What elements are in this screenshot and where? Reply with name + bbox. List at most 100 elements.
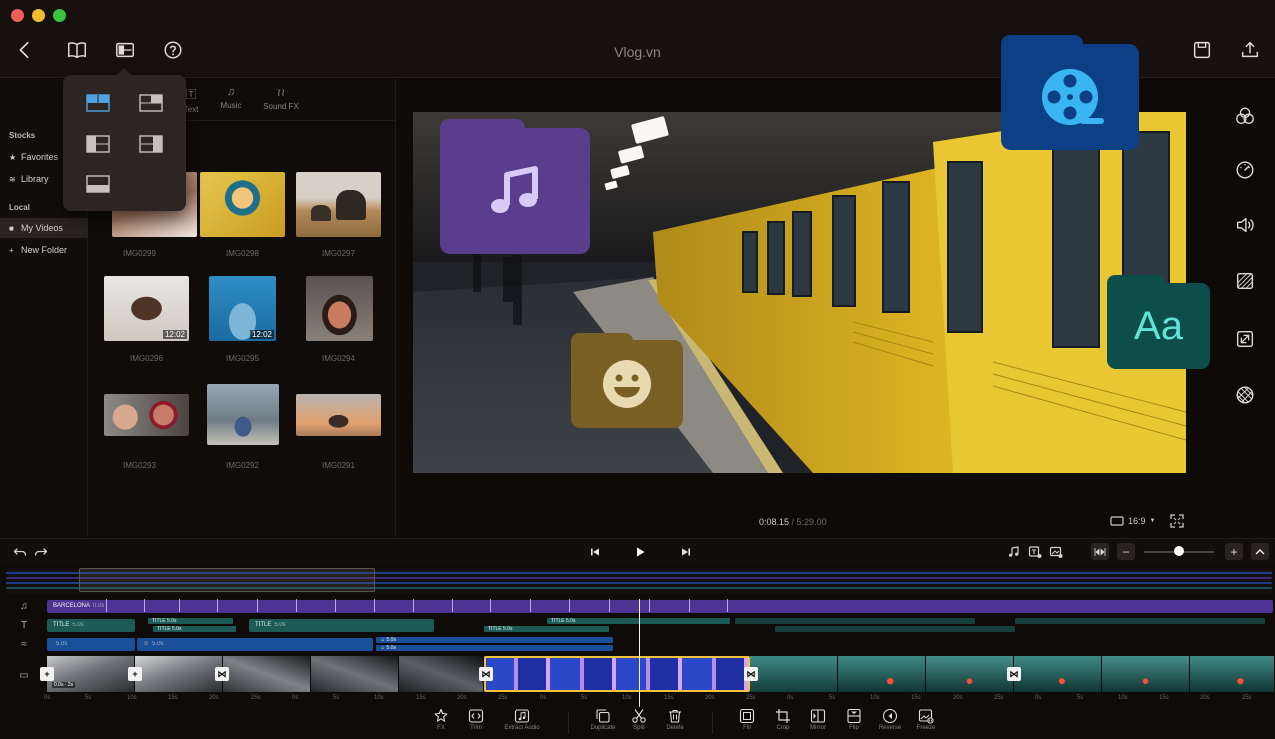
crop-icon (776, 709, 790, 723)
beat-marker (649, 599, 650, 612)
layout-bottom-option[interactable] (86, 175, 110, 193)
text-clip[interactable]: TITLE 5.0s (148, 618, 233, 624)
overview-viewport[interactable] (79, 568, 375, 592)
add-text-icon[interactable] (1027, 544, 1043, 560)
sticker-clip[interactable]: 5.0s (47, 638, 135, 651)
freeze-button[interactable]: Freeze (904, 708, 948, 731)
zoom-slider-handle[interactable] (1174, 546, 1184, 556)
play-icon[interactable] (632, 544, 648, 560)
add-media-icon[interactable] (1048, 544, 1064, 560)
delete-button[interactable]: Delete (653, 708, 697, 731)
collapse-timeline-icon[interactable] (1251, 543, 1269, 560)
mirror-icon (810, 709, 826, 723)
resize-icon[interactable] (1232, 326, 1258, 352)
media-thumbnail[interactable]: 12:02 (209, 276, 276, 341)
ruler-tick-label: 20s (209, 695, 219, 701)
text-tile[interactable]: Aa (1107, 275, 1210, 369)
text-clip[interactable]: TITLE 5.0s (47, 619, 135, 632)
sticker-clip-meta: 5.0s (386, 645, 396, 651)
sticker-clip[interactable]: ☺ 5.0s (376, 637, 613, 643)
tab-label: Sound FX (263, 102, 299, 111)
beat-marker (144, 599, 145, 612)
media-thumbnail[interactable] (207, 384, 279, 445)
music-clip[interactable]: BARCELONA 0.0s (47, 600, 1273, 613)
music-note-icon (491, 166, 538, 213)
save-icon[interactable] (1190, 38, 1214, 62)
layout-left-option[interactable] (86, 135, 110, 153)
tab-sound-fx[interactable]: ≀≀ Sound FX (258, 86, 304, 111)
layout-right-option[interactable] (139, 135, 163, 153)
media-thumbnail[interactable] (104, 394, 189, 436)
media-thumbnail[interactable] (200, 172, 285, 237)
music-folder-tile[interactable] (440, 119, 590, 254)
sidebar-item-new-folder[interactable]: + New Folder (0, 240, 88, 260)
video-frame (1102, 656, 1190, 692)
text-clip[interactable]: TITLE 5.0s (249, 619, 434, 632)
redo-icon[interactable] (33, 544, 49, 560)
tab-music[interactable]: ♫ Music (208, 86, 254, 110)
split-icon (632, 709, 646, 723)
media-caption: IMG0295 (226, 354, 259, 363)
text-clip[interactable]: TITLE 5.0s (484, 626, 609, 632)
skip-forward-icon[interactable] (678, 544, 694, 560)
playhead[interactable] (639, 599, 640, 707)
beat-marker (490, 599, 491, 612)
transition-icon[interactable]: ⋈ (1007, 667, 1021, 681)
texture-icon[interactable] (1232, 382, 1258, 408)
sidebar-item-label: Library (21, 174, 49, 184)
smile-icon: ☺ (143, 641, 150, 647)
sticker-clip[interactable]: ☺ 5.0s (376, 645, 613, 651)
text-clip-empty[interactable] (775, 626, 1015, 632)
color-filter-icon[interactable] (1232, 103, 1258, 129)
ruler-tick-label: 15s (168, 695, 178, 701)
timeline-ruler[interactable]: 0s 5s 10s 15s 20s 25s 0s 5s 10s 15s 20s 25s 0s 5s 10s 1… (0, 693, 1275, 705)
skip-back-icon[interactable] (587, 544, 603, 560)
layout-top-left-option[interactable] (86, 94, 110, 112)
text-clip-meta: 5.0s (274, 622, 286, 628)
add-transition-button[interactable]: + (128, 667, 142, 681)
media-thumbnail[interactable] (306, 276, 373, 341)
add-music-icon[interactable] (1006, 544, 1022, 560)
speed-icon[interactable] (1232, 157, 1258, 183)
sticker-folder-tile[interactable] (571, 333, 683, 428)
text-clip-label: TITLE (53, 622, 70, 628)
sticker-clip-meta: 5.0s (56, 641, 68, 647)
tool-label: Trim (470, 725, 482, 731)
adjust-icon[interactable] (1232, 268, 1258, 294)
layout-top-right-option[interactable] (139, 94, 163, 112)
add-transition-button[interactable]: + (40, 667, 54, 681)
flip-icon (847, 708, 861, 724)
media-thumbnail[interactable]: 12:02 (104, 276, 189, 341)
music-track-icon: ♫ (20, 601, 28, 612)
volume-icon[interactable] (1232, 212, 1258, 238)
transition-icon[interactable]: ⋈ (215, 667, 229, 681)
export-icon[interactable] (1238, 38, 1262, 62)
undo-icon[interactable] (12, 544, 28, 560)
zoom-in-button[interactable]: + (1225, 543, 1243, 560)
fullscreen-icon[interactable] (1170, 514, 1184, 528)
media-thumbnail[interactable] (296, 394, 381, 436)
sidebar-item-my-videos[interactable]: ■ My Videos (0, 218, 88, 238)
aspect-ratio-select[interactable]: 16:9 ▼ (1110, 516, 1155, 526)
media-folder-tile[interactable] (1001, 35, 1139, 150)
minimize-window-button[interactable] (32, 9, 45, 22)
sticker-clip[interactable]: ☺ 5.0s (137, 638, 373, 651)
transition-icon[interactable]: ⋈ (479, 667, 493, 681)
text-clip-empty[interactable] (735, 618, 975, 624)
elephant-calf-shape (311, 205, 331, 221)
text-clip[interactable]: TITLE 5.0s (153, 626, 236, 632)
media-thumbnail[interactable] (296, 172, 381, 237)
extract-audio-button[interactable]: Extract Audio (500, 708, 544, 731)
beat-marker (530, 599, 531, 612)
transition-icon[interactable]: ⋈ (744, 667, 758, 681)
media-caption: IMG0298 (226, 249, 259, 258)
text-clip-empty[interactable] (1015, 618, 1265, 624)
aspect-frame-icon (1110, 516, 1124, 526)
clip-selection-frame[interactable] (484, 656, 750, 692)
zoom-window-button[interactable] (53, 9, 66, 22)
time-readout: 0:08.15 / 5:29.00 (759, 517, 827, 527)
fit-timeline-icon[interactable] (1091, 543, 1109, 560)
zoom-out-button[interactable]: − (1117, 543, 1135, 560)
trim-button[interactable]: Trim (454, 708, 498, 731)
close-window-button[interactable] (11, 9, 24, 22)
